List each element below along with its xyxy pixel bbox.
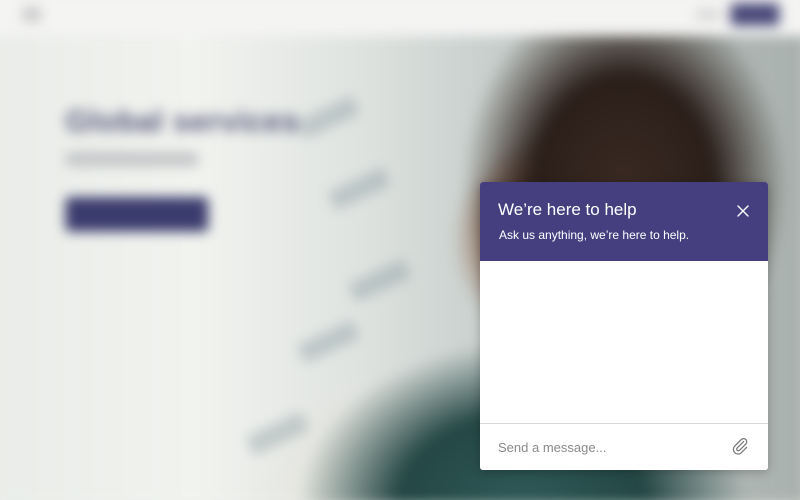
- chat-widget: We’re here to help Ask us anything, we’r…: [480, 182, 768, 470]
- paperclip-icon[interactable]: [730, 436, 750, 456]
- message-input[interactable]: [498, 434, 718, 460]
- close-icon[interactable]: [734, 202, 752, 220]
- site-logo[interactable]: [22, 7, 41, 22]
- hero-heading: Global services: [65, 105, 300, 139]
- nav-cta-button[interactable]: [730, 3, 780, 26]
- hero-subheading: [65, 152, 199, 167]
- site-header: [0, 0, 800, 36]
- chat-header: We’re here to help Ask us anything, we’r…: [480, 182, 768, 261]
- hero-cta-button[interactable]: [65, 196, 209, 232]
- chat-subtitle: Ask us anything, we’re here to help.: [499, 228, 690, 242]
- chat-composer: [480, 423, 768, 470]
- chat-message-area: [480, 261, 768, 423]
- nav-link[interactable]: [695, 9, 721, 20]
- chat-title: We’re here to help: [498, 200, 637, 219]
- page: Global services We’re here to help Ask u…: [0, 0, 800, 500]
